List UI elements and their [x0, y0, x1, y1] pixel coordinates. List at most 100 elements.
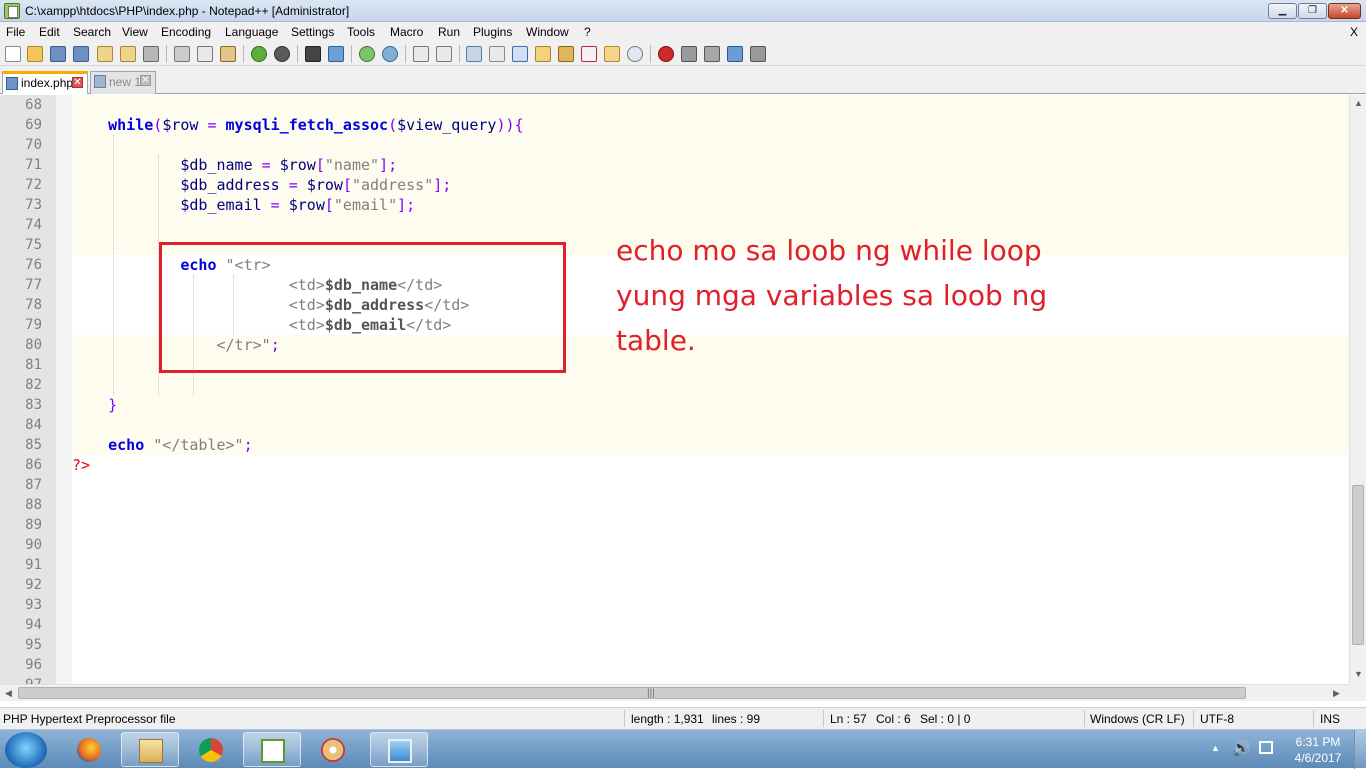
sync-vertical-icon[interactable] [413, 46, 429, 62]
line-number: 86 [25, 457, 42, 473]
annotation-highlight-box [159, 242, 566, 373]
indent-guide-icon[interactable] [512, 46, 528, 62]
horizontal-scrollbar[interactable]: ◀ ||| ▶ [0, 684, 1349, 701]
status-file-type: PHP Hypertext Preprocessor file [3, 712, 176, 726]
code-line-73: $db_email = $row["email"]; [72, 195, 1349, 215]
maximize-button[interactable]: ❐ [1298, 3, 1327, 19]
line-number: 73 [25, 197, 42, 213]
scroll-up-icon[interactable]: ▲ [1354, 98, 1363, 108]
tab-index-php[interactable]: index.php ✕ [2, 71, 88, 94]
line-number: 88 [25, 497, 42, 513]
line-number: 85 [25, 437, 42, 453]
status-insert-mode[interactable]: INS [1320, 712, 1340, 726]
menu-edit[interactable]: Edit [39, 25, 60, 39]
copy-icon[interactable] [197, 46, 213, 62]
horizontal-scroll-thumb[interactable]: ||| [18, 687, 1246, 699]
zoom-out-icon[interactable] [382, 46, 398, 62]
menu-encoding[interactable]: Encoding [161, 25, 211, 39]
new-file-icon[interactable] [5, 46, 21, 62]
show-desktop-button[interactable] [1354, 730, 1366, 769]
close-tab-icon[interactable]: ✕ [140, 75, 151, 86]
menu-help[interactable]: ? [584, 25, 591, 39]
menu-view[interactable]: View [122, 25, 148, 39]
clock-date[interactable]: 4/6/2017 [1290, 751, 1346, 765]
menu-macro[interactable]: Macro [390, 25, 423, 39]
fold-margin[interactable]: − [56, 95, 126, 684]
taskbar-file-manager[interactable] [121, 732, 179, 767]
menu-run[interactable]: Run [438, 25, 460, 39]
menu-settings[interactable]: Settings [291, 25, 334, 39]
line-number: 78 [25, 297, 42, 313]
run-macro-multiple-icon[interactable] [727, 46, 743, 62]
taskbar-image-viewer[interactable] [370, 732, 428, 767]
punct: ]; [397, 196, 416, 214]
zoom-in-icon[interactable] [359, 46, 375, 62]
scroll-right-icon[interactable]: ▶ [1333, 688, 1340, 699]
taskbar-firefox[interactable] [60, 732, 118, 767]
scroll-left-icon[interactable]: ◀ [5, 688, 12, 699]
volume-icon[interactable]: 🔊 [1232, 739, 1251, 757]
vertical-scroll-thumb[interactable] [1352, 485, 1364, 645]
chrome-icon [199, 738, 223, 762]
show-all-chars-icon[interactable] [489, 46, 505, 62]
close-icon[interactable] [97, 46, 113, 62]
save-macro-icon[interactable] [750, 46, 766, 62]
function-list-icon[interactable] [581, 46, 597, 62]
tab-new-1[interactable]: new 1 ✕ [90, 71, 156, 94]
status-encoding[interactable]: UTF-8 [1200, 712, 1234, 726]
menu-file[interactable]: File [6, 25, 25, 39]
find-icon[interactable] [305, 46, 321, 62]
redo-icon[interactable] [274, 46, 290, 62]
monitor-icon[interactable] [627, 46, 643, 62]
string: "email" [333, 196, 398, 214]
taskbar-notepadpp[interactable] [243, 732, 301, 767]
scroll-down-icon[interactable]: ▼ [1354, 669, 1363, 679]
tab-label: index.php [21, 76, 74, 90]
close-document-button[interactable]: X [1350, 25, 1358, 39]
code-area[interactable]: while($row = mysqli_fetch_assoc($view_qu… [72, 95, 1349, 684]
line-number-gutter: 68 69 70 71 72 73 74 75 76 77 78 79 80 8… [0, 95, 56, 684]
line-number: 70 [25, 137, 42, 153]
menu-tools[interactable]: Tools [347, 25, 375, 39]
folder-workspace-icon[interactable] [604, 46, 620, 62]
status-separator [1193, 710, 1194, 727]
show-hidden-icons-icon[interactable]: ▲ [1211, 743, 1220, 753]
doc-map-icon[interactable] [558, 46, 574, 62]
save-all-icon[interactable] [73, 46, 89, 62]
user-language-icon[interactable] [535, 46, 551, 62]
sync-horizontal-icon[interactable] [436, 46, 452, 62]
paste-icon[interactable] [220, 46, 236, 62]
minimize-button[interactable]: ▁ [1268, 3, 1297, 19]
record-macro-icon[interactable] [658, 46, 674, 62]
close-tab-icon[interactable]: ✕ [72, 77, 83, 88]
save-icon[interactable] [50, 46, 66, 62]
line-number: 91 [25, 557, 42, 573]
play-macro-icon[interactable] [704, 46, 720, 62]
cut-icon[interactable] [174, 46, 190, 62]
title-bar: C:\xampp\htdocs\PHP\index.php - Notepad+… [0, 0, 1366, 22]
open-file-icon[interactable] [27, 46, 43, 62]
network-icon[interactable] [1259, 741, 1273, 754]
clock-time[interactable]: 6:31 PM [1290, 735, 1346, 749]
line-number: 79 [25, 317, 42, 333]
close-all-icon[interactable] [120, 46, 136, 62]
code-editor[interactable]: 68 69 70 71 72 73 74 75 76 77 78 79 80 8… [0, 95, 1349, 684]
menu-plugins[interactable]: Plugins [473, 25, 512, 39]
menu-search[interactable]: Search [73, 25, 111, 39]
vertical-scrollbar[interactable]: ▲ ▼ [1349, 95, 1366, 684]
menu-window[interactable]: Window [526, 25, 569, 39]
word-wrap-icon[interactable] [466, 46, 482, 62]
replace-icon[interactable] [328, 46, 344, 62]
status-length: length : 1,931 [631, 712, 704, 726]
undo-icon[interactable] [251, 46, 267, 62]
taskbar-paint[interactable] [304, 732, 362, 767]
code-line-72: $db_address = $row["address"]; [72, 175, 1349, 195]
notepadpp-app-icon[interactable] [4, 3, 20, 19]
menu-language[interactable]: Language [225, 25, 278, 39]
stop-macro-icon[interactable] [681, 46, 697, 62]
close-window-button[interactable]: ✕ [1328, 3, 1361, 19]
status-eol[interactable]: Windows (CR LF) [1090, 712, 1185, 726]
taskbar-chrome[interactable] [182, 732, 240, 767]
start-button[interactable] [5, 732, 47, 768]
print-icon[interactable] [143, 46, 159, 62]
